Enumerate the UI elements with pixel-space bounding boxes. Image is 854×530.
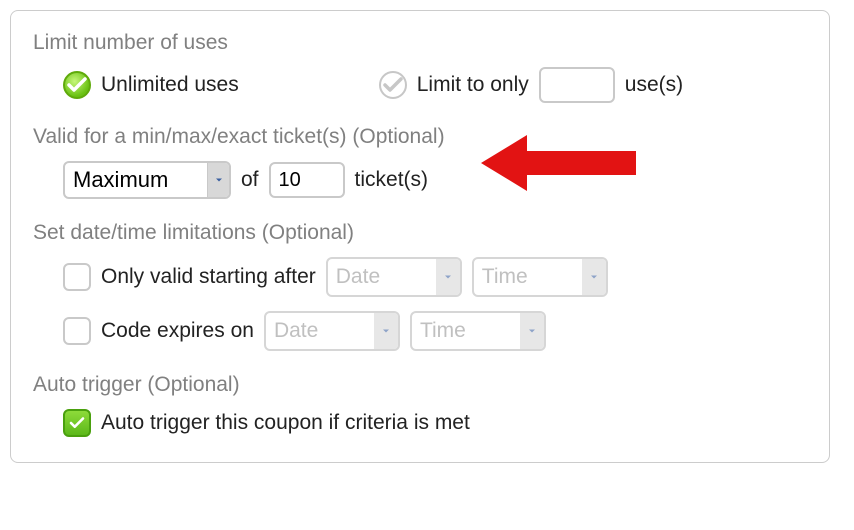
limit-uses-title: Limit number of uses xyxy=(33,31,807,55)
start-date-checkbox[interactable] xyxy=(63,263,91,291)
ticket-range-mode-select[interactable]: Maximum xyxy=(63,161,231,199)
datetime-title: Set date/time limitations (Optional) xyxy=(33,221,807,245)
coupon-settings-panel: Limit number of uses Unlimited uses Limi… xyxy=(10,10,830,463)
auto-trigger-section: Auto trigger (Optional) Auto trigger thi… xyxy=(33,373,807,438)
datetime-section: Set date/time limitations (Optional) Onl… xyxy=(33,221,807,351)
chevron-down-icon xyxy=(436,259,460,295)
auto-trigger-label: Auto trigger this coupon if criteria is … xyxy=(101,411,470,435)
ticket-range-section: Valid for a min/max/exact ticket(s) (Opt… xyxy=(33,125,807,199)
auto-trigger-checkbox[interactable] xyxy=(63,409,91,437)
limit-uses-section: Limit number of uses Unlimited uses Limi… xyxy=(33,31,807,103)
time-placeholder: Time xyxy=(482,265,528,289)
ticket-range-mode-value: Maximum xyxy=(73,167,168,193)
limit-to-label: Limit to only xyxy=(417,73,529,97)
expire-date-picker[interactable]: Date xyxy=(264,311,400,351)
start-time-picker[interactable]: Time xyxy=(472,257,608,297)
auto-trigger-title: Auto trigger (Optional) xyxy=(33,373,807,397)
date-placeholder: Date xyxy=(274,319,318,343)
expire-date-checkbox[interactable] xyxy=(63,317,91,345)
ticket-range-suffix: ticket(s) xyxy=(355,168,429,192)
limit-to-option[interactable]: Limit to only use(s) xyxy=(379,67,683,103)
unlimited-uses-option[interactable]: Unlimited uses xyxy=(63,71,239,99)
ticket-range-count-input[interactable] xyxy=(269,162,345,198)
chevron-down-icon xyxy=(207,163,229,197)
expire-time-picker[interactable]: Time xyxy=(410,311,546,351)
start-date-picker[interactable]: Date xyxy=(326,257,462,297)
limit-to-suffix: use(s) xyxy=(625,73,683,97)
expire-date-label: Code expires on xyxy=(101,319,254,343)
ticket-range-of-label: of xyxy=(241,168,259,192)
unlimited-uses-label: Unlimited uses xyxy=(101,73,239,97)
limit-to-value-input[interactable] xyxy=(539,67,615,103)
chevron-down-icon xyxy=(374,313,398,349)
start-date-label: Only valid starting after xyxy=(101,265,316,289)
check-circle-icon xyxy=(63,71,91,99)
chevron-down-icon xyxy=(520,313,544,349)
ticket-range-title: Valid for a min/max/exact ticket(s) (Opt… xyxy=(33,125,807,149)
date-placeholder: Date xyxy=(336,265,380,289)
time-placeholder: Time xyxy=(420,319,466,343)
chevron-down-icon xyxy=(582,259,606,295)
check-circle-icon xyxy=(379,71,407,99)
